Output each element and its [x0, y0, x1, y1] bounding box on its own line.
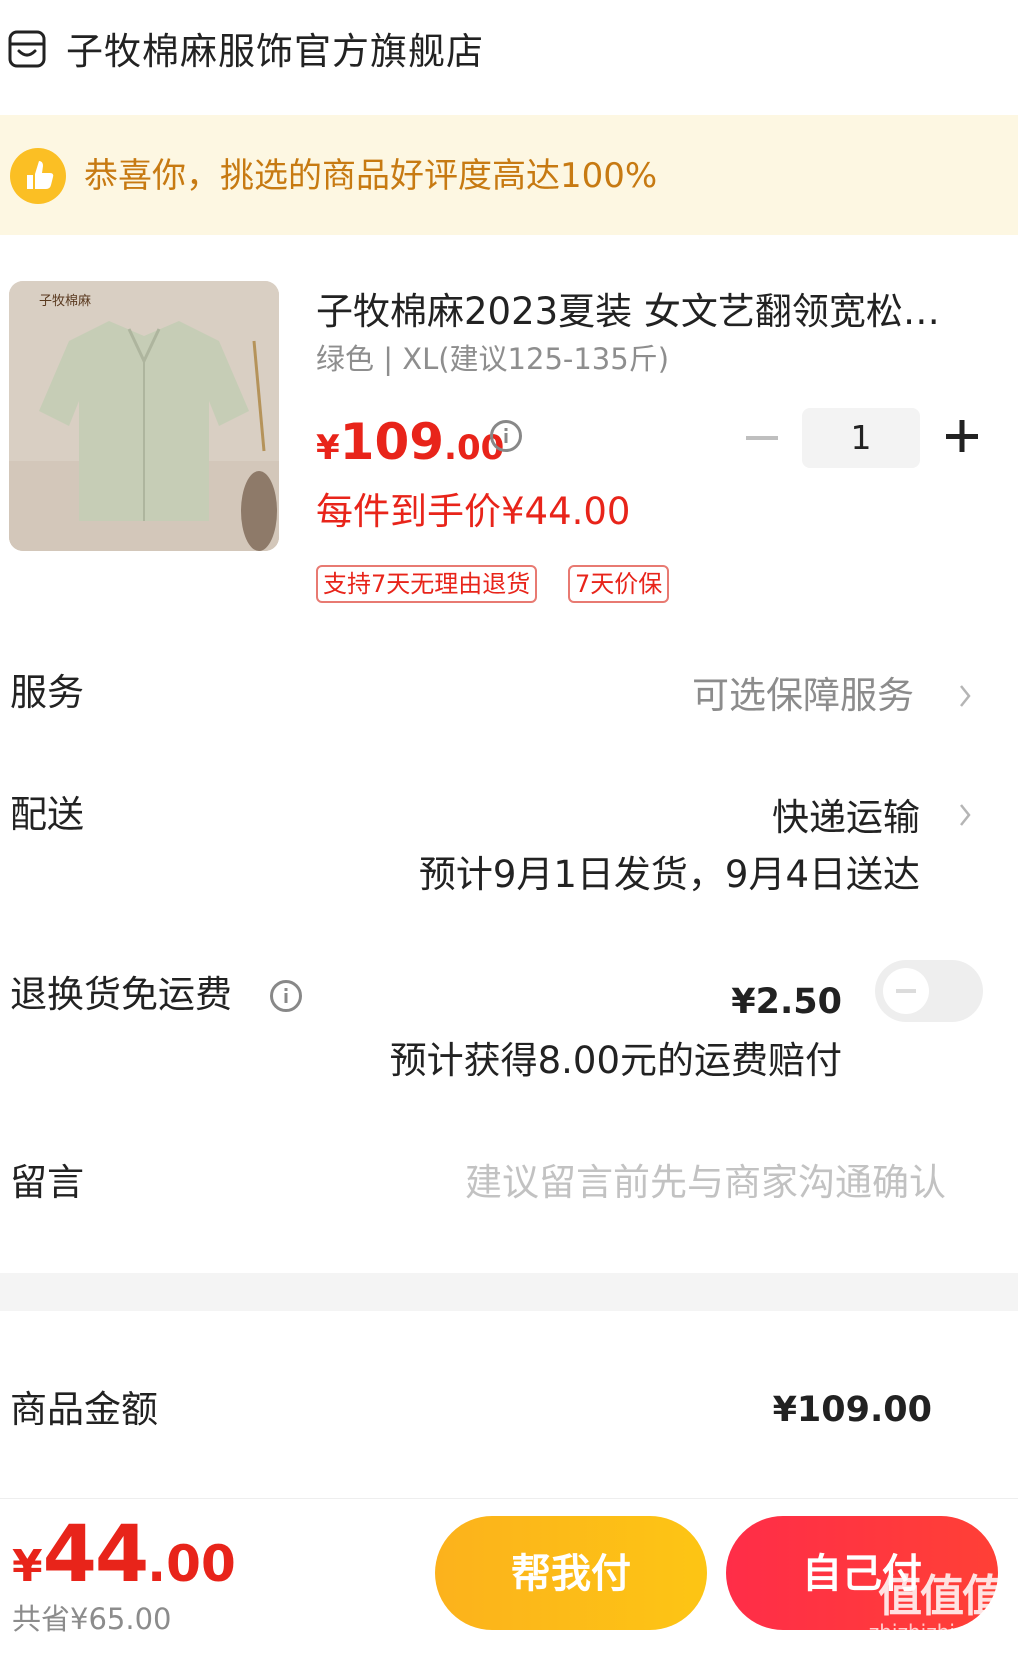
watermark: 值值值	[878, 1571, 1006, 1622]
section-divider	[0, 1273, 1018, 1311]
price-integer: 109	[339, 413, 445, 471]
return-insurance-note: 预计获得8.00元的运费赔付	[389, 1039, 842, 1082]
product-image[interactable]: 子牧棉麻	[9, 281, 279, 551]
message-label: 留言	[10, 1161, 84, 1204]
return-insurance-label: 退换货免运费	[10, 973, 232, 1016]
goods-amount-label: 商品金额	[10, 1388, 158, 1431]
total-decimal: .00	[147, 1535, 236, 1593]
chevron-right-icon[interactable]	[958, 803, 972, 827]
info-icon[interactable]	[270, 980, 302, 1012]
store-name[interactable]: 子牧棉麻服饰官方旗舰店	[66, 28, 484, 76]
service-label: 服务	[10, 671, 84, 714]
product-price: ¥109.00	[316, 412, 504, 484]
shipping-method[interactable]: 快递运输	[772, 793, 920, 843]
price-currency: ¥	[316, 428, 340, 468]
goods-amount-value: ¥109.00	[772, 1390, 932, 1430]
final-unit-price: 每件到手价¥44.00	[316, 490, 631, 533]
return-insurance-price: ¥2.50	[731, 982, 842, 1022]
return-policy-tag: 支持7天无理由退货	[316, 565, 538, 603]
product-image-label: 子牧棉麻	[39, 294, 91, 309]
message-input[interactable]: 建议留言前先与商家沟通确认	[465, 1158, 946, 1208]
quantity-minus-button[interactable]	[744, 420, 780, 456]
store-icon	[8, 30, 46, 68]
return-insurance-toggle[interactable]	[875, 960, 983, 1022]
watermark-url: zhizhizhi.com	[868, 1620, 1004, 1644]
thumbs-up-icon	[10, 148, 66, 204]
saved-amount: 共省¥65.00	[12, 1602, 172, 1636]
service-value[interactable]: 可选保障服务	[692, 671, 914, 721]
praise-text: 恭喜你，挑选的商品好评度高达100%	[84, 156, 658, 196]
shipping-label: 配送	[10, 793, 84, 836]
chevron-right-icon[interactable]	[958, 684, 972, 708]
quantity-plus-button[interactable]	[944, 418, 980, 454]
quantity-stepper[interactable]: 1	[802, 408, 920, 468]
price-info-icon[interactable]	[490, 420, 522, 452]
total-currency: ¥	[12, 1541, 43, 1592]
shipping-eta: 预计9月1日发货，9月4日送达	[418, 853, 920, 896]
price-protection-tag: 7天价保	[568, 565, 670, 603]
toggle-knob	[883, 968, 929, 1014]
product-title[interactable]: 子牧棉麻2023夏装 女文艺翻领宽松…	[316, 288, 966, 336]
product-spec[interactable]: 绿色 | XL(建议125-135斤)	[316, 339, 669, 379]
total-integer: 44	[42, 1510, 150, 1600]
help-me-pay-button[interactable]: 帮我付	[435, 1516, 707, 1630]
